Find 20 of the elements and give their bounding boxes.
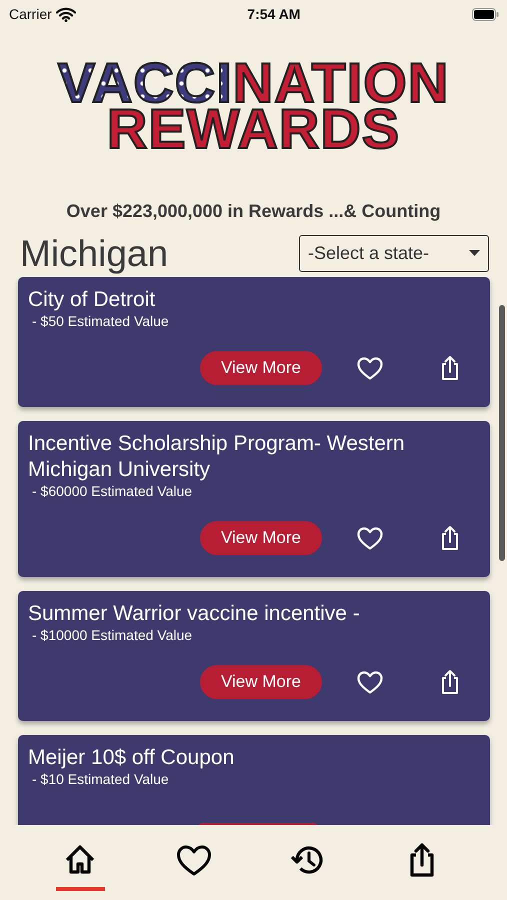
tagline: Over $223,000,000 in Rewards ...& Counting xyxy=(66,200,441,223)
reward-title: Incentive Scholarship Program- Western Michigan University xyxy=(28,431,406,483)
app-logo: VACCINATION REWARDS xyxy=(58,60,450,152)
estimated-value: - $50 Estimated Value xyxy=(31,313,170,329)
reward-title: Summer Warrior vaccine incentive - xyxy=(28,601,361,627)
reward-title: Meijer 10$ off Coupon xyxy=(28,745,236,771)
estimated-value: - $10 Estimated Value xyxy=(31,771,170,787)
reward-title: City of Detroit xyxy=(28,287,156,313)
estimated-value: - $60000 Estimated Value xyxy=(31,483,194,499)
view-more-button[interactable]: View More xyxy=(200,665,322,699)
wifi-icon xyxy=(56,6,76,22)
battery-icon xyxy=(472,8,499,20)
carrier-label: Carrier xyxy=(9,4,52,24)
view-more-button[interactable]: View More xyxy=(200,351,322,385)
caret-icon xyxy=(469,250,480,256)
view-more-button[interactable]: View More xyxy=(200,521,322,555)
time-label: 7:54 AM xyxy=(247,4,300,24)
state-select[interactable]: -Select a state- xyxy=(299,234,489,272)
state-heading: Michigan xyxy=(20,234,168,272)
estimated-value: - $10000 Estimated Value xyxy=(31,627,194,643)
